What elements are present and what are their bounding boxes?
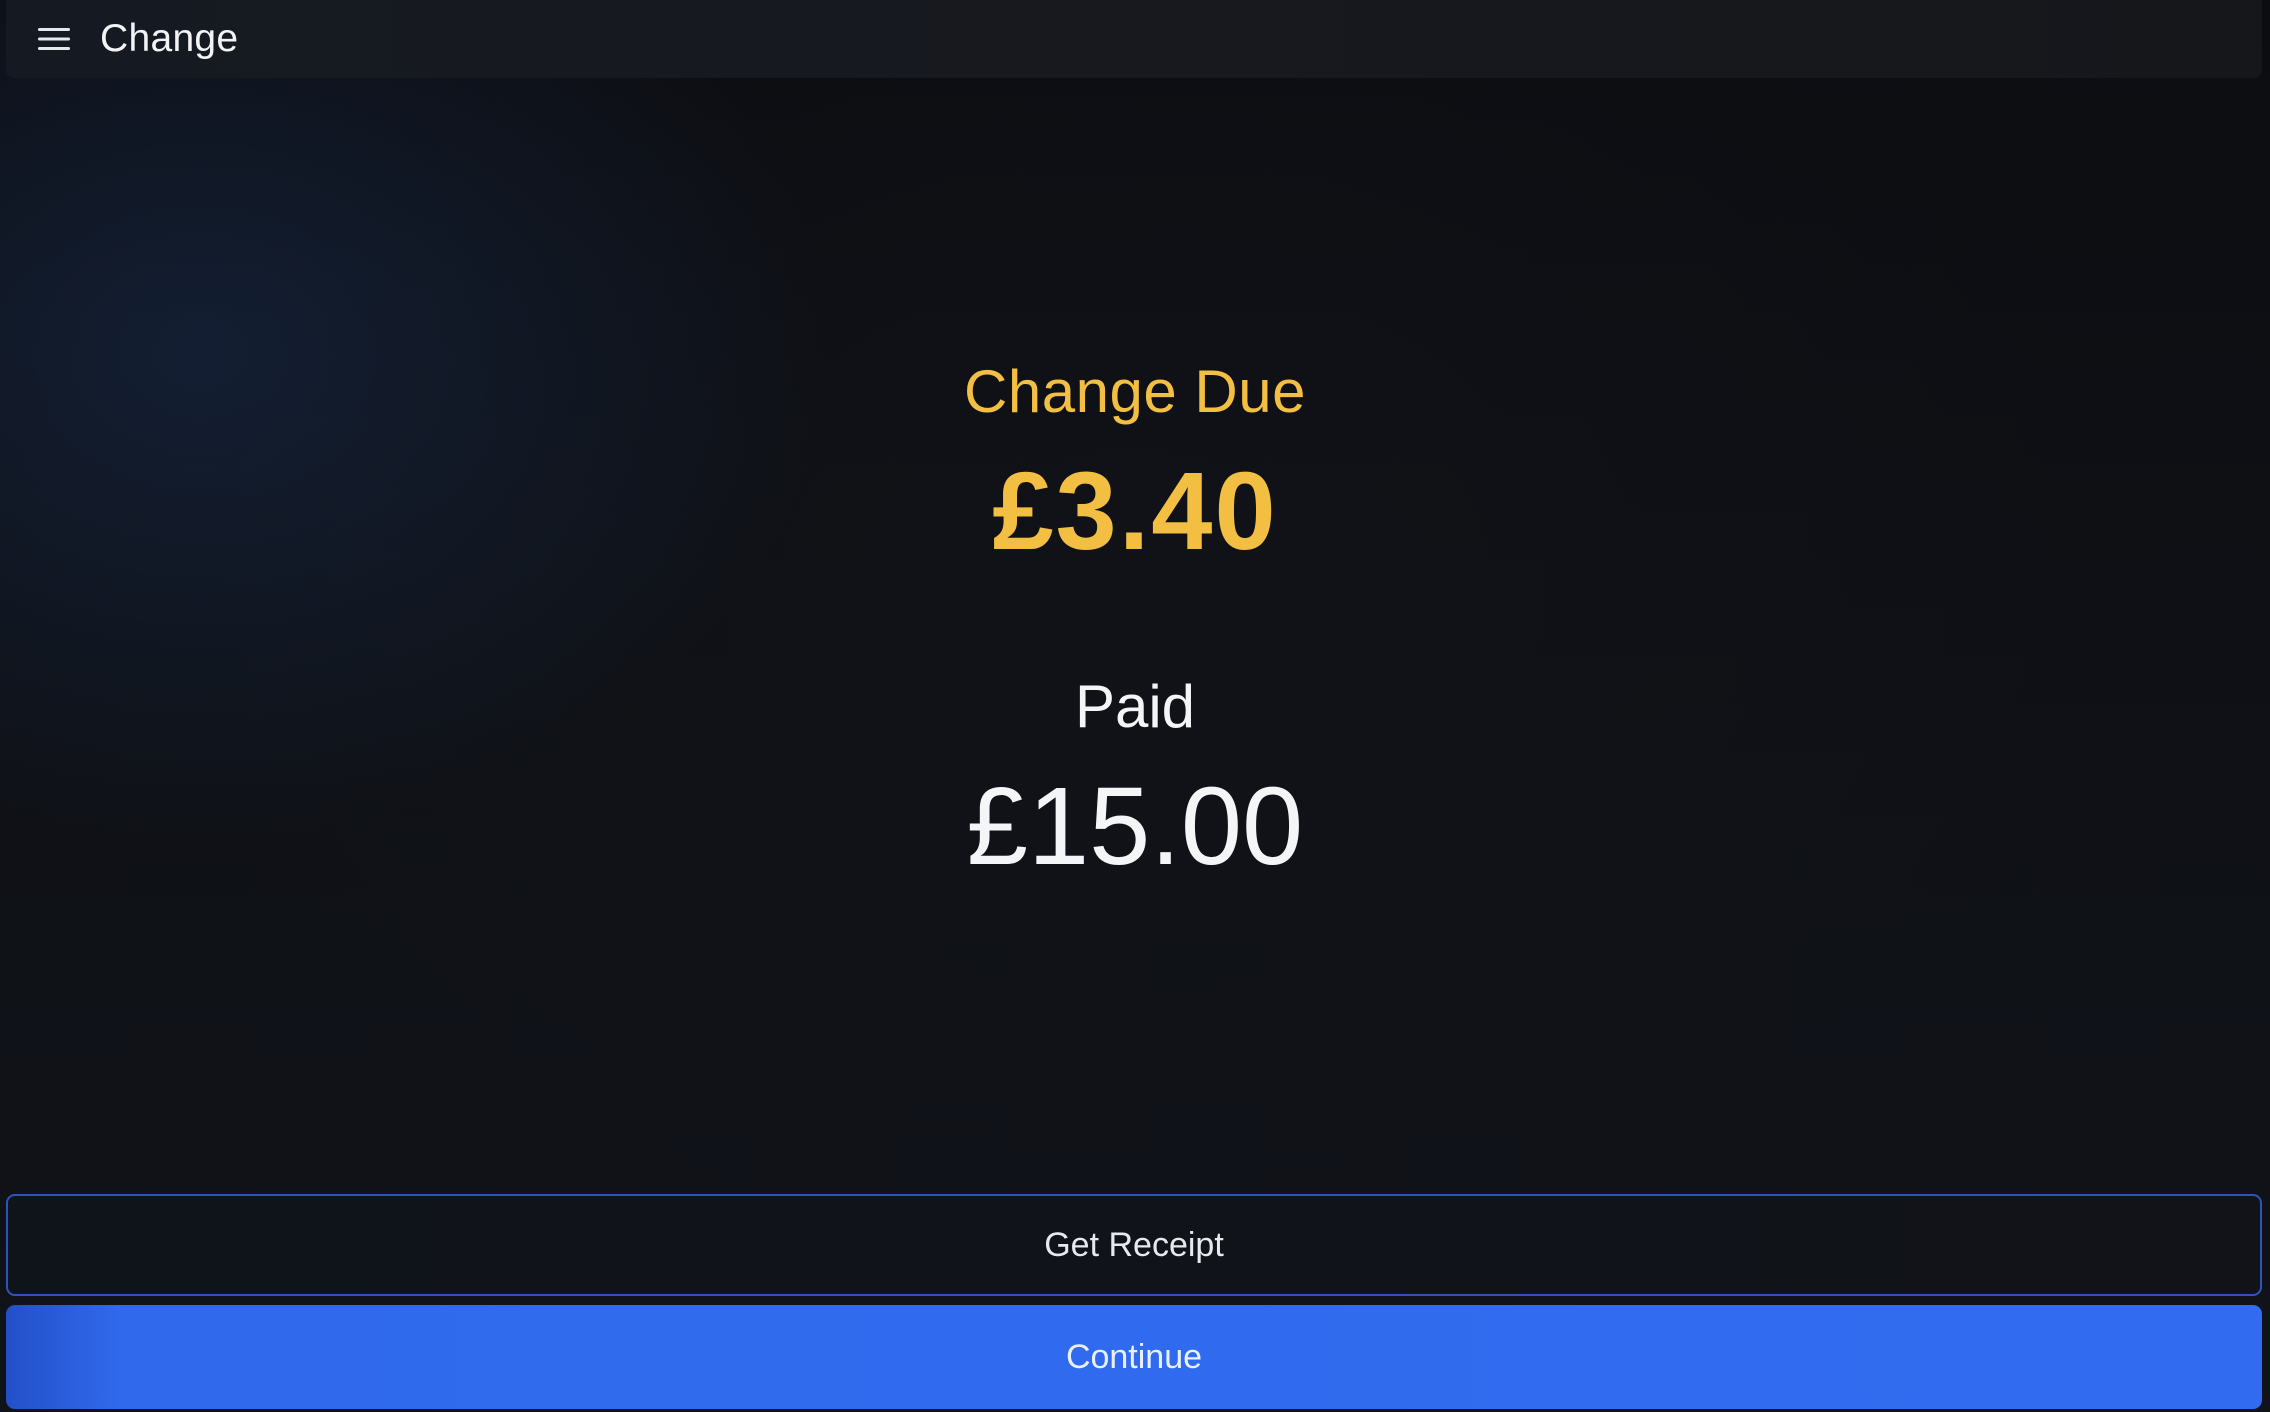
continue-label: Continue (1065, 1337, 1203, 1376)
change-due-label: Change Due (964, 358, 1306, 425)
continue-button[interactable]: Continue (6, 1305, 2262, 1409)
change-due-amount: £3.40 (992, 450, 1278, 573)
get-receipt-label: Get Receipt (1044, 1225, 1224, 1264)
hamburger-menu-icon (38, 28, 70, 50)
page-title: Change (100, 17, 239, 60)
menu-button[interactable] (30, 15, 78, 63)
get-receipt-button[interactable]: Get Receipt (6, 1194, 2262, 1296)
top-app-bar: Change (6, 0, 2262, 78)
paid-amount: £15.00 (966, 765, 1304, 888)
change-screen: Change Change Due £3.40 Paid £15.00 Get … (0, 0, 2270, 1412)
paid-label: Paid (1074, 673, 1196, 740)
